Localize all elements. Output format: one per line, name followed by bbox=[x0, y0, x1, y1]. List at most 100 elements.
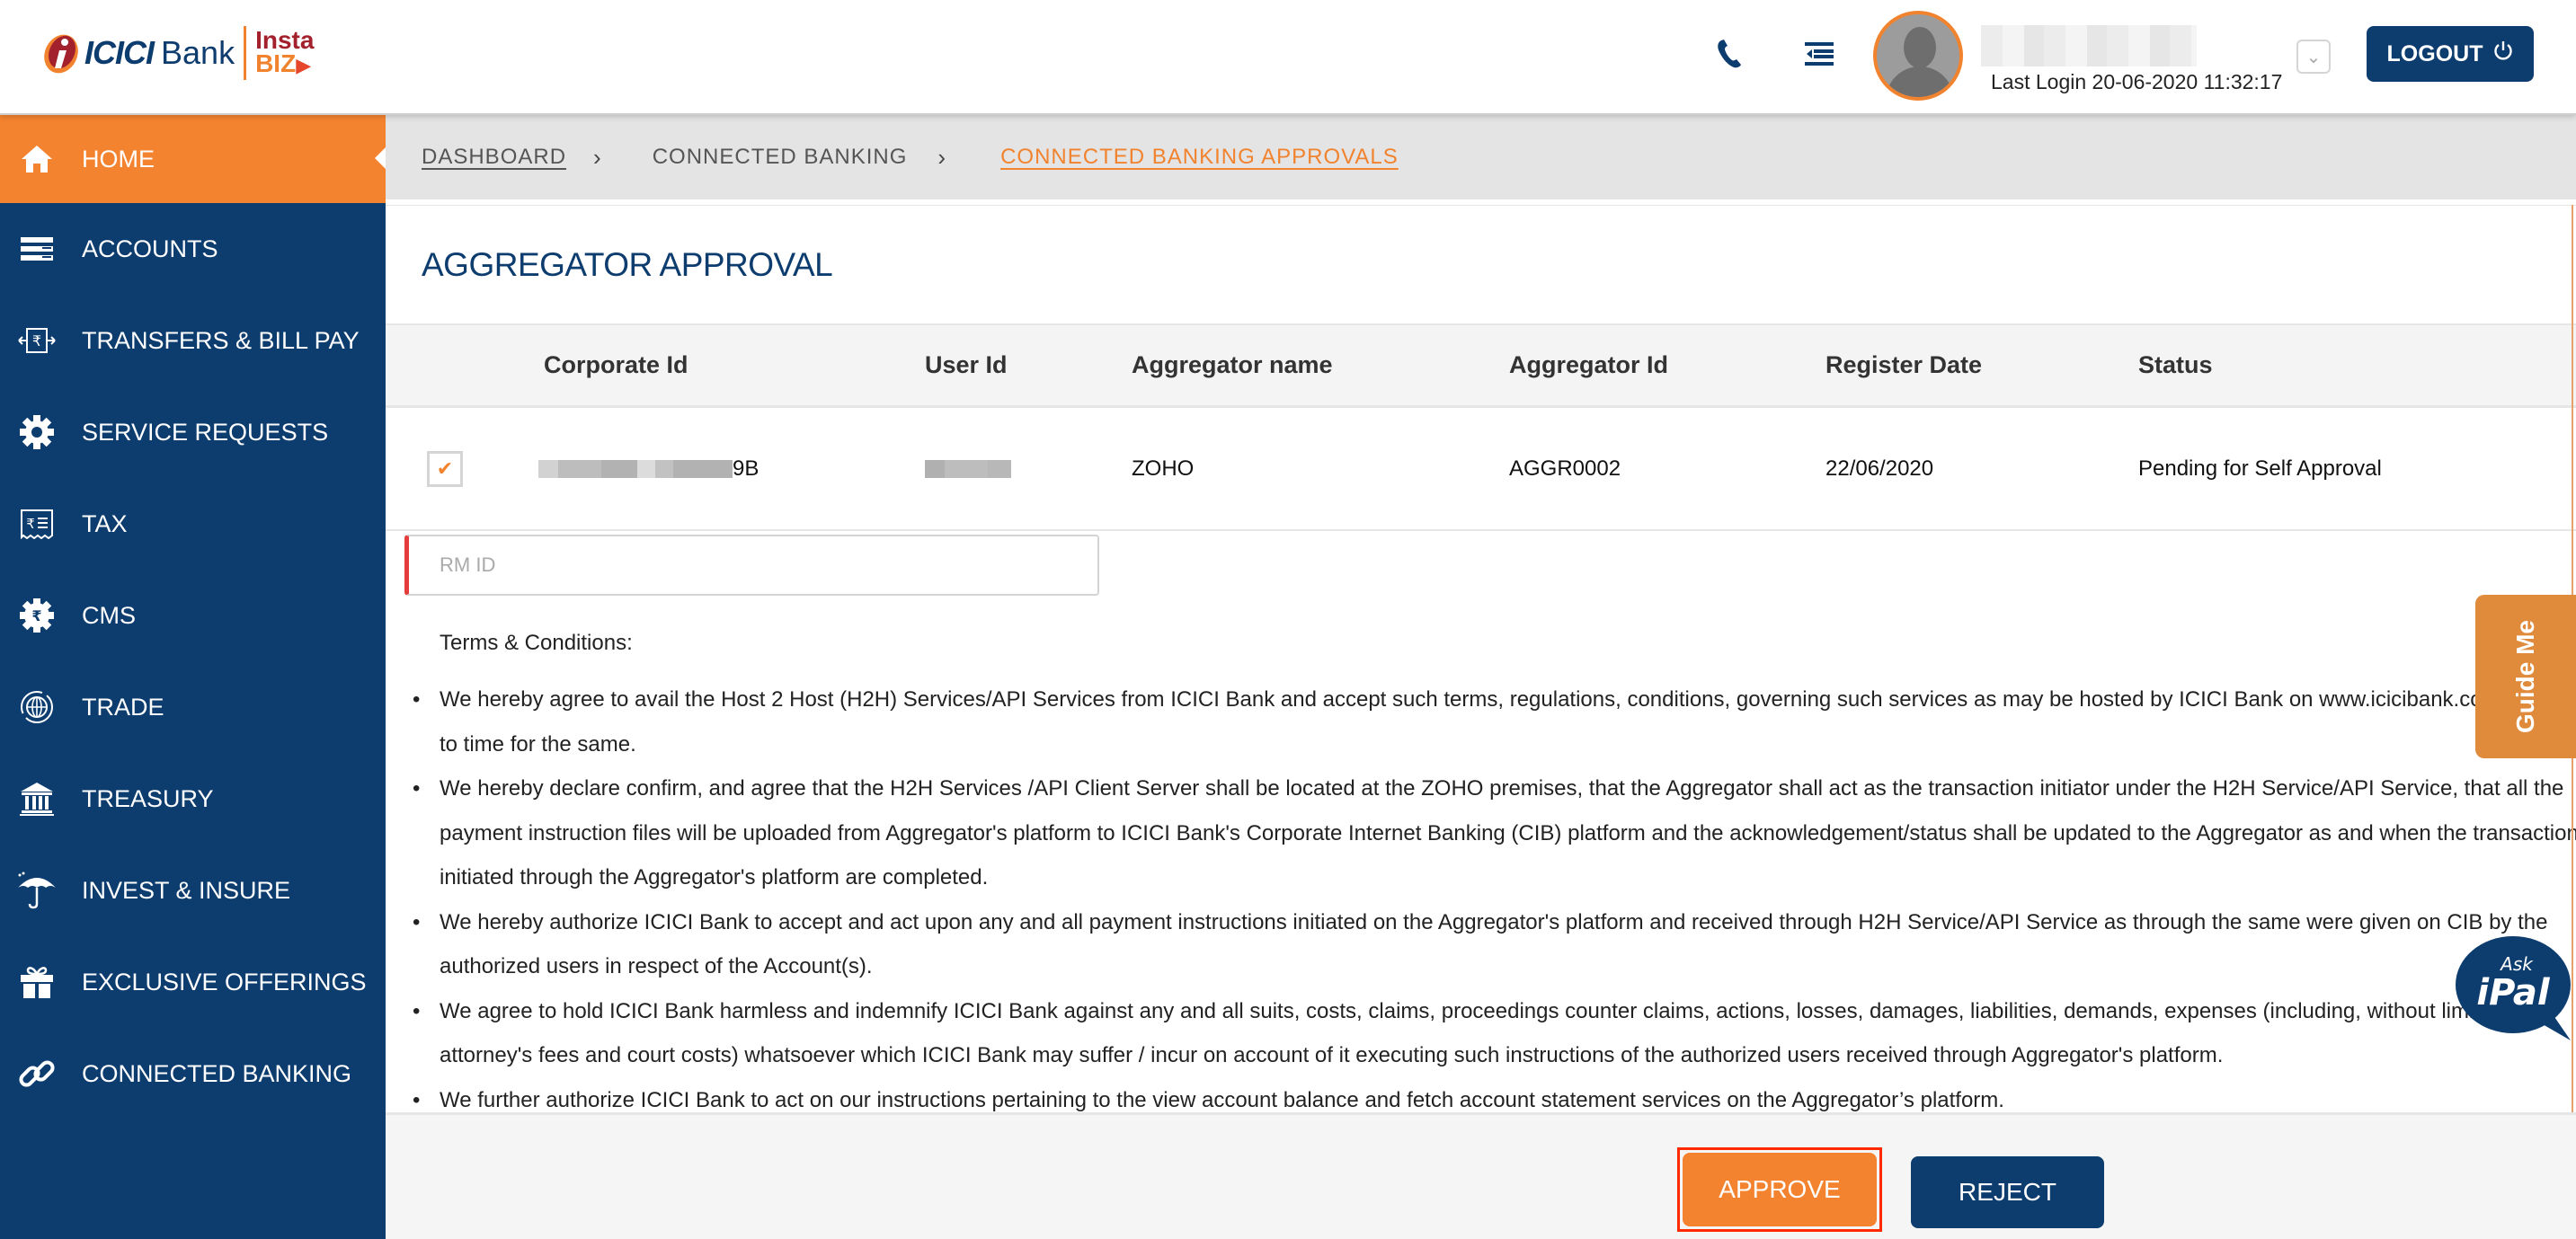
svg-text:₹: ₹ bbox=[32, 332, 41, 350]
sidebar-item-invest-insure[interactable]: INVEST & INSURE bbox=[0, 845, 386, 936]
menu-collapse-icon[interactable] bbox=[1801, 36, 1837, 72]
terms-list: We hereby agree to avail the Host 2 Host… bbox=[413, 677, 2576, 1113]
main-content: DASHBOARD › CONNECTED BANKING › CONNECTE… bbox=[386, 115, 2576, 1239]
breadcrumb-connected-banking-approvals[interactable]: CONNECTED BANKING APPROVALS bbox=[1000, 145, 1399, 170]
sidebar-item-connected-banking[interactable]: CONNECTED BANKING bbox=[0, 1028, 386, 1120]
breadcrumb: DASHBOARD › CONNECTED BANKING › CONNECTE… bbox=[386, 115, 2576, 205]
terms-title: Terms & Conditions: bbox=[440, 631, 633, 655]
avatar-body bbox=[1886, 66, 1954, 97]
sidebar-item-label: EXCLUSIVE OFFERINGS bbox=[82, 968, 367, 996]
breadcrumb-connected-banking[interactable]: CONNECTED BANKING bbox=[653, 145, 908, 170]
terms-item: We hereby agree to avail the Host 2 Host… bbox=[413, 677, 2576, 766]
umbrella-icon bbox=[15, 869, 58, 912]
sidebar-item-label: SERVICE REQUESTS bbox=[82, 418, 329, 446]
svg-text:₹: ₹ bbox=[26, 516, 35, 532]
corporate-id-value: 9B bbox=[538, 456, 759, 481]
sidebar-item-label: CONNECTED BANKING bbox=[82, 1059, 352, 1087]
page-title-area: AGGREGATOR APPROVAL bbox=[386, 205, 2576, 325]
terms-item: We hereby authorize ICICI Bank to accept… bbox=[413, 900, 2576, 989]
svg-text:₹: ₹ bbox=[31, 607, 41, 624]
user-name-redacted bbox=[1981, 25, 2197, 66]
brand-bank-suffix: Bank bbox=[161, 34, 235, 71]
sidebar-item-label: TRANSFERS & BILL PAY bbox=[82, 326, 360, 354]
sidebar-item-label: TREASURY bbox=[82, 784, 214, 812]
corporate-id-redacted bbox=[538, 460, 733, 479]
chevron-right-icon: › bbox=[593, 143, 602, 171]
accounts-icon bbox=[15, 227, 58, 270]
brand-bank-name: ICICI bbox=[84, 34, 155, 71]
globe-icon bbox=[15, 686, 58, 729]
sidebar-item-label: INVEST & INSURE bbox=[82, 876, 291, 904]
play-arrow-icon: ▶ bbox=[296, 54, 312, 76]
terms-and-conditions: Terms & Conditions: We hereby agree to a… bbox=[386, 611, 2576, 1112]
approve-button-highlight: APPROVE bbox=[1677, 1147, 1882, 1232]
column-header-status: Status bbox=[2138, 351, 2213, 378]
tax-receipt-icon: ₹ bbox=[15, 502, 58, 545]
sidebar-item-label: CMS bbox=[82, 601, 136, 629]
instabiz-wordmark: Insta BIZ▶ bbox=[255, 28, 314, 77]
avatar[interactable] bbox=[1873, 11, 1963, 101]
aggregator-name-cell: ZOHO bbox=[1132, 456, 1195, 481]
checkmark-icon: ✔ bbox=[436, 456, 454, 480]
phone-icon[interactable] bbox=[1711, 36, 1747, 72]
instabiz-line2-text: BIZ bbox=[255, 49, 297, 77]
sidebar-item-tax[interactable]: ₹ TAX bbox=[0, 478, 386, 570]
action-footer: APPROVE REJECT bbox=[386, 1112, 2576, 1239]
column-header-user-id: User Id bbox=[925, 351, 1008, 378]
ask-ipal-line2: iPal bbox=[2476, 972, 2550, 1013]
logout-button[interactable]: LOGOUT bbox=[2367, 26, 2534, 82]
corporate-id-cell: 9B bbox=[538, 456, 925, 482]
sidebar-item-treasury[interactable]: TREASURY bbox=[0, 753, 386, 845]
table-row: ✔ 9B ZOHO AGGR0002 22/06/2020 Pending fo… bbox=[386, 408, 2576, 531]
gift-icon bbox=[15, 960, 58, 1004]
sidebar-item-exclusive-offerings[interactable]: EXCLUSIVE OFFERINGS bbox=[0, 936, 386, 1028]
sidebar-item-trade[interactable]: TRADE bbox=[0, 661, 386, 753]
register-date-cell: 22/06/2020 bbox=[1825, 456, 1934, 481]
last-login-text: Last Login 20-06-2020 11:32:17 bbox=[1991, 70, 2283, 93]
sidebar-item-service-requests[interactable]: SERVICE REQUESTS bbox=[0, 386, 386, 478]
bank-building-icon bbox=[15, 777, 58, 820]
icici-logo-icon bbox=[41, 31, 81, 75]
sidebar-item-transfers[interactable]: ₹ TRANSFERS & BILL PAY bbox=[0, 295, 386, 386]
approve-button[interactable]: APPROVE bbox=[1683, 1153, 1877, 1226]
user-id-cell bbox=[925, 456, 1132, 482]
link-icon bbox=[15, 1052, 58, 1095]
aggregator-id-cell: AGGR0002 bbox=[1509, 456, 1621, 481]
sidebar-item-home[interactable]: HOME bbox=[0, 115, 386, 203]
sidebar-item-label: HOME bbox=[82, 145, 155, 173]
chevron-down-icon: ⌄ bbox=[2305, 47, 2322, 67]
breadcrumb-dashboard[interactable]: DASHBOARD bbox=[422, 145, 566, 170]
table-header: Corporate Id User Id Aggregator name Agg… bbox=[386, 325, 2576, 408]
column-header-aggregator-id: Aggregator Id bbox=[1509, 351, 1669, 378]
reject-button[interactable]: REJECT bbox=[1911, 1156, 2104, 1228]
page-title: AGGREGATOR APPROVAL bbox=[422, 245, 833, 283]
sidebar-item-cms[interactable]: ₹ CMS bbox=[0, 570, 386, 661]
avatar-head bbox=[1904, 27, 1936, 68]
top-header: ICICI Bank Insta BIZ▶ Last Login 20-06-2… bbox=[0, 0, 2576, 115]
rm-id-input[interactable] bbox=[404, 535, 1099, 596]
icici-instabiz-logo[interactable]: ICICI Bank Insta BIZ▶ bbox=[41, 23, 314, 83]
guide-me-tab[interactable]: Guide Me bbox=[2475, 595, 2576, 758]
row-checkbox[interactable]: ✔ bbox=[427, 450, 463, 487]
status-cell: Pending for Self Approval bbox=[2138, 456, 2382, 481]
gear-icon bbox=[15, 411, 58, 454]
logout-label: LOGOUT bbox=[2386, 40, 2483, 66]
home-icon bbox=[15, 137, 58, 181]
column-header-aggregator-name: Aggregator name bbox=[1132, 351, 1333, 378]
ask-ipal-chat-button[interactable]: Ask iPal bbox=[2454, 934, 2576, 1042]
instabiz-line2: BIZ▶ bbox=[255, 49, 314, 77]
guide-me-label: Guide Me bbox=[2511, 619, 2540, 734]
column-header-register-date: Register Date bbox=[1825, 351, 1983, 378]
corporate-id-suffix: 9B bbox=[733, 456, 759, 481]
sidebar-item-label: TAX bbox=[82, 509, 128, 537]
sidebar-nav: HOME ACCOUNTS ₹ TRANSFERS & BILL PAY SER… bbox=[0, 115, 386, 1239]
terms-item: We hereby declare confirm, and agree tha… bbox=[413, 766, 2576, 900]
terms-item: We agree to hold ICICI Bank harmless and… bbox=[413, 989, 2576, 1078]
user-dropdown-toggle[interactable]: ⌄ bbox=[2296, 40, 2331, 74]
terms-item: We further authorize ICICI Bank to act o… bbox=[413, 1078, 2576, 1113]
aggregator-table: Corporate Id User Id Aggregator name Agg… bbox=[386, 325, 2576, 531]
power-icon bbox=[2493, 40, 2513, 68]
sidebar-item-accounts[interactable]: ACCOUNTS bbox=[0, 203, 386, 295]
chevron-right-icon: › bbox=[937, 143, 947, 171]
sidebar-item-label: ACCOUNTS bbox=[82, 235, 218, 262]
